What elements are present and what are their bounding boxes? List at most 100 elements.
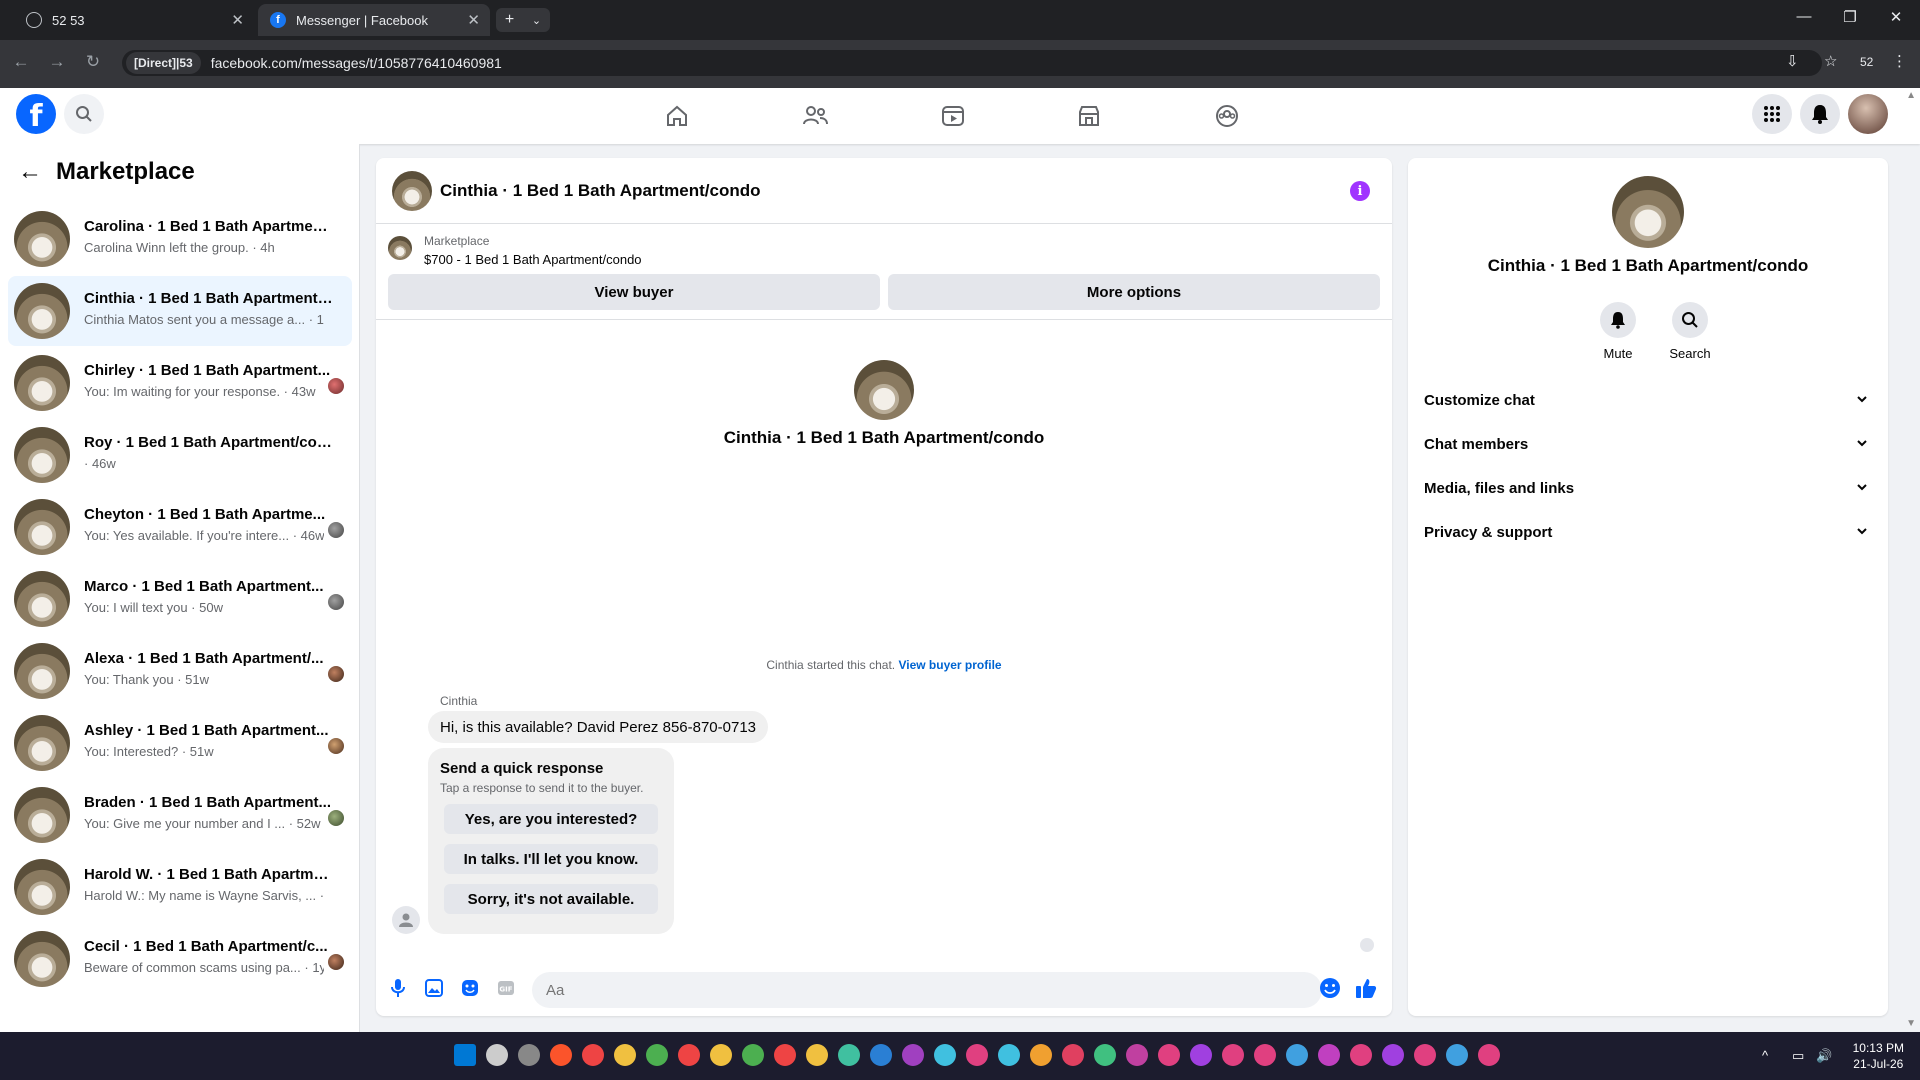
taskbar-app-icon[interactable] [1318,1044,1340,1066]
search-icon[interactable] [1672,302,1708,338]
plus-icon[interactable]: + [505,11,514,29]
quick-response-talks-button[interactable]: In talks. I'll let you know. [444,844,658,874]
privacy-support-section[interactable]: Privacy & support [1416,512,1880,552]
taskbar-app-icon[interactable] [1254,1044,1276,1066]
site-chip[interactable]: [Direct]|53 [126,52,201,74]
message-bubble[interactable]: Hi, is this available? David Perez 856-8… [428,711,769,743]
chat-members-section[interactable]: Chat members [1416,424,1880,464]
conversation-item[interactable]: Cinthia · 1 Bed 1 Bath Apartment/c... Cin… [8,276,352,346]
taskbar-app-icon[interactable] [902,1044,924,1066]
taskbar-app-icon[interactable] [1222,1044,1244,1066]
conversation-item[interactable]: Roy · 1 Bed 1 Bath Apartment/condo · 46w [8,420,352,490]
search-button[interactable]: Search [1660,302,1720,361]
taskbar-app-icon[interactable] [1190,1044,1212,1066]
conversation-item[interactable]: Braden · 1 Bed 1 Bath Apartment... You: G… [8,780,352,850]
taskbar-app-icon[interactable] [518,1044,540,1066]
taskbar-app-icon[interactable] [678,1044,700,1066]
reload-icon[interactable]: ↻ [80,52,106,72]
conversation-item[interactable]: Cheyton · 1 Bed 1 Bath Apartme... You: Ye… [8,492,352,562]
friends-icon[interactable] [760,88,870,144]
taskbar-app-icon[interactable] [966,1044,988,1066]
conversation-item[interactable]: Carolina · 1 Bed 1 Bath Apartment/... Car… [8,204,352,274]
mute-button[interactable]: Mute [1588,302,1648,361]
taskbar-app-icon[interactable] [998,1044,1020,1066]
taskbar-app-icon[interactable] [838,1044,860,1066]
menu-grid-icon[interactable] [1752,94,1792,134]
taskbar-app-icon[interactable] [646,1044,668,1066]
more-options-button[interactable]: More options [888,274,1380,310]
back-icon[interactable]: ← [8,52,34,72]
close-icon[interactable]: ✕ [231,11,244,29]
notifications-bell-icon[interactable] [1800,94,1840,134]
back-arrow-icon[interactable]: ← [18,158,42,186]
url-text[interactable]: facebook.com/messages/t/1058776410460981 [211,55,502,71]
taskbar-app-icon[interactable] [550,1044,572,1066]
taskbar-app-icon[interactable] [1062,1044,1084,1066]
media-files-links-section[interactable]: Media, files and links [1416,468,1880,508]
microphone-icon[interactable] [386,976,410,1000]
new-tab-group[interactable]: + ⌄ [496,8,550,32]
conversation-item[interactable]: Marco · 1 Bed 1 Bath Apartment... You: I … [8,564,352,634]
network-icon[interactable]: ▭ [1792,1048,1804,1064]
listing-title[interactable]: $700 - 1 Bed 1 Bath Apartment/condo [424,252,642,267]
taskbar-app-icon[interactable] [1350,1044,1372,1066]
taskbar-app-icon[interactable] [614,1044,636,1066]
tab-inactive[interactable]: 52 53 ✕ [14,4,254,36]
view-buyer-profile-link[interactable]: View buyer profile [898,658,1001,672]
taskbar-app-icon[interactable] [1094,1044,1116,1066]
taskbar-app-icon[interactable] [1414,1044,1436,1066]
taskbar-app-icon[interactable] [710,1044,732,1066]
tray-chevron-icon[interactable]: ^ [1762,1048,1768,1063]
close-icon[interactable]: ✕ [467,11,480,29]
groups-icon[interactable] [1172,88,1282,144]
volume-icon[interactable]: 🔊 [1816,1048,1832,1064]
conversation-item[interactable]: Ashley · 1 Bed 1 Bath Apartment... You: I… [8,708,352,778]
scroll-up-arrow[interactable]: ▲ [1906,90,1916,101]
profile-badge[interactable]: 52 [1860,55,1873,69]
taskbar-app-icon[interactable] [582,1044,604,1066]
taskbar-app-icon[interactable] [870,1044,892,1066]
taskbar-app-icon[interactable] [1158,1044,1180,1066]
message-input[interactable] [532,972,1322,1008]
view-buyer-button[interactable]: View buyer [388,274,880,310]
bell-icon[interactable] [1600,302,1636,338]
info-icon[interactable]: i [1350,181,1370,201]
tab-active[interactable]: f Messenger | Facebook ✕ [258,4,490,36]
marketplace-icon[interactable] [1034,88,1144,144]
quick-response-sorry-button[interactable]: Sorry, it's not available. [444,884,658,914]
gif-icon[interactable]: GIF [494,976,518,1000]
taskbar-app-icon[interactable] [1286,1044,1308,1066]
taskbar-app-icon[interactable] [1446,1044,1468,1066]
conversation-item[interactable]: Alexa · 1 Bed 1 Bath Apartment/... You: T… [8,636,352,706]
taskbar-app-icon[interactable] [774,1044,796,1066]
scroll-down-arrow[interactable]: ▼ [1906,1018,1916,1029]
taskbar-app-icon[interactable] [934,1044,956,1066]
windows-start-icon[interactable] [454,1044,476,1066]
taskbar-app-icon[interactable] [1030,1044,1052,1066]
forward-icon[interactable]: → [44,52,70,72]
star-icon[interactable]: ☆ [1824,52,1837,70]
photo-icon[interactable] [422,976,446,1000]
conversation-item[interactable]: Harold W. · 1 Bed 1 Bath Apartmen... Haro… [8,852,352,922]
restore-icon[interactable]: ❐ [1836,8,1864,26]
taskbar-app-icon[interactable] [1382,1044,1404,1066]
facebook-logo[interactable]: f [16,94,56,134]
minimize-icon[interactable]: — [1790,8,1818,25]
install-icon[interactable]: ⇩ [1786,52,1799,70]
taskbar-app-icon[interactable] [1478,1044,1500,1066]
chat-avatar[interactable] [392,171,432,211]
conversation-item[interactable]: Chirley · 1 Bed 1 Bath Apartment... You: … [8,348,352,418]
omnibox[interactable]: [Direct]|53 facebook.com/messages/t/1058… [122,50,1822,76]
sticker-icon[interactable] [458,976,482,1000]
taskbar-search-icon[interactable] [486,1044,508,1066]
taskbar-app-icon[interactable] [742,1044,764,1066]
thumbs-up-icon[interactable] [1354,976,1378,1000]
details-avatar[interactable] [1612,176,1684,248]
chevron-down-icon[interactable]: ⌄ [532,14,541,27]
quick-response-yes-button[interactable]: Yes, are you interested? [444,804,658,834]
system-clock[interactable]: 10:13 PM 21-Jul-26 [1853,1040,1904,1072]
watch-icon[interactable] [898,88,1008,144]
chat-title[interactable]: Cinthia · 1 Bed 1 Bath Apartment/condo [440,181,761,201]
emoji-icon[interactable] [1318,976,1342,1000]
menu-icon[interactable]: ⋮ [1892,52,1907,70]
